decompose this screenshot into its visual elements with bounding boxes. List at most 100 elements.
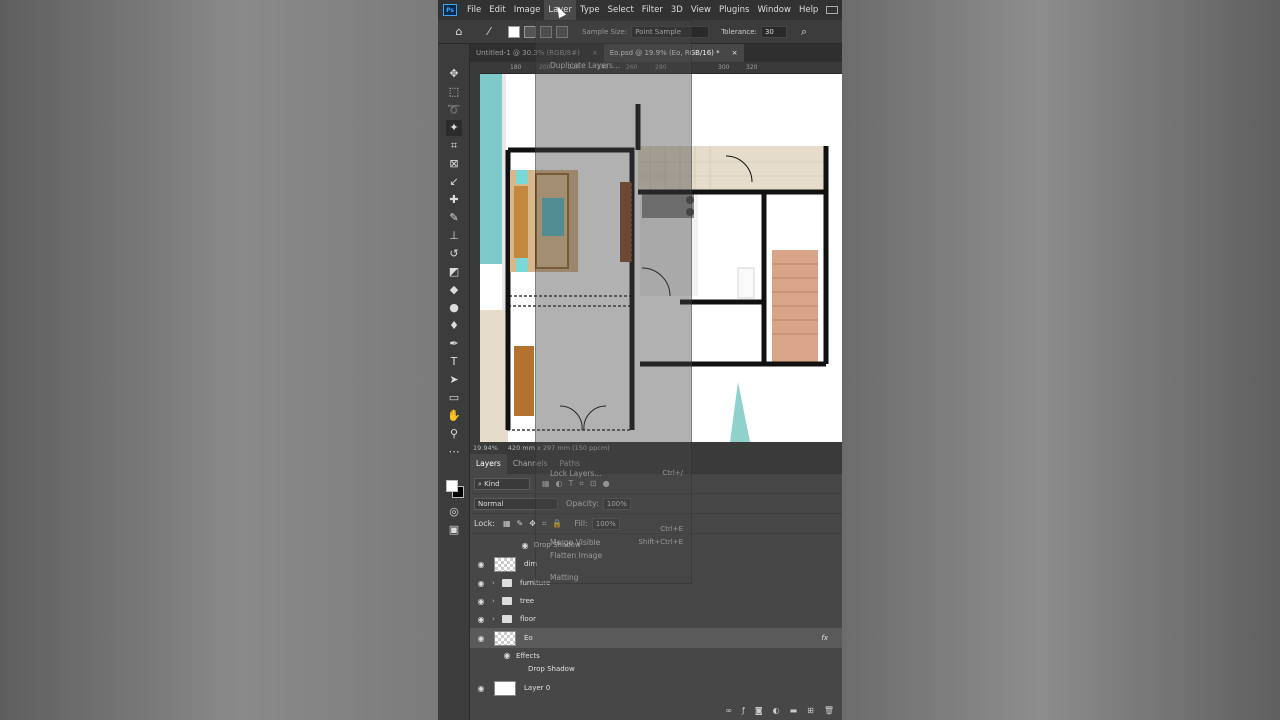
layer-row-floor[interactable]: ◉ › floor: [470, 610, 842, 628]
window-restore-icon[interactable]: [826, 6, 838, 14]
home-icon[interactable]: ⌂: [450, 25, 468, 38]
kind-label: Kind: [484, 479, 500, 488]
menu-window[interactable]: Window: [753, 0, 795, 20]
eyedropper-tool-icon[interactable]: ↙: [446, 174, 462, 190]
layer-name: tree: [520, 597, 535, 605]
effects-row: ◉ Effects: [470, 649, 842, 662]
healing-tool-icon[interactable]: ✚: [446, 192, 462, 208]
eraser-tool-icon[interactable]: ◩: [446, 264, 462, 280]
path-select-icon[interactable]: ➤: [446, 372, 462, 388]
type-tool-icon[interactable]: T: [446, 354, 462, 370]
lock-label: Lock:: [474, 519, 495, 528]
dodge-tool-icon[interactable]: ♦: [446, 318, 462, 334]
menu-edit[interactable]: Edit: [485, 0, 509, 20]
tab-layers[interactable]: Layers: [470, 454, 507, 474]
layer-thumbnail: [494, 630, 516, 646]
new-layer-icon[interactable]: ⊞: [807, 706, 814, 715]
foreground-color-swatch[interactable]: [446, 480, 458, 492]
fx-badge[interactable]: fx: [821, 634, 828, 642]
effects-label: Effects: [516, 651, 540, 660]
eye-icon[interactable]: ◉: [474, 597, 488, 606]
menu-item-flatten[interactable]: Flatten Image: [550, 551, 686, 560]
quick-mask-icon[interactable]: ◎: [446, 504, 462, 520]
search-icon[interactable]: ⌕: [795, 25, 813, 39]
layer-menu-dropdown: Duplicate Layers... Lock Layers... Ctrl+…: [535, 20, 692, 584]
stamp-tool-icon[interactable]: ⊥: [446, 228, 462, 244]
crop-tool-icon[interactable]: ⌗: [446, 138, 462, 154]
menu-type[interactable]: Type: [576, 0, 604, 20]
add-style-icon[interactable]: ƒ: [742, 706, 745, 715]
tolerance-label: Tolerance:: [721, 27, 757, 36]
folder-icon: [502, 579, 512, 587]
menu-item-duplicate[interactable]: Duplicate Layers...: [550, 61, 686, 70]
zoom-tool-icon[interactable]: ⚲: [446, 426, 462, 442]
magic-wand-tool-icon[interactable]: ✦: [446, 120, 462, 136]
menu-plugins[interactable]: Plugins: [715, 0, 753, 20]
tools-panel: ✥ ⬚ ➰ ✦ ⌗ ⊠ ↙ ✚ ✎ ⊥ ↺ ◩ ◆ ● ♦ ✒ T ➤ ▭ ✋ …: [438, 44, 470, 720]
paint-bucket-icon[interactable]: ◆: [446, 282, 462, 298]
eye-icon[interactable]: ◉: [474, 579, 488, 588]
chevron-right-icon[interactable]: ›: [492, 597, 500, 605]
shortcut-lock: Ctrl+/: [662, 469, 683, 477]
tab-eo-close-icon[interactable]: ×: [725, 44, 744, 62]
menubar: Ps File Edit Image Layer Type Select Fil…: [438, 0, 842, 20]
eye-icon[interactable]: ◉: [500, 651, 514, 660]
photoshop-window: Ps File Edit Image Layer Type Select Fil…: [438, 0, 842, 720]
chevron-right-icon[interactable]: ›: [492, 579, 500, 587]
menu-view[interactable]: View: [687, 0, 715, 20]
layer-thumbnail: [494, 556, 516, 572]
menu-item-matting[interactable]: Matting: [550, 573, 686, 582]
magic-wand-icon[interactable]: ⁄: [480, 25, 498, 38]
marquee-tool-icon[interactable]: ⬚: [446, 84, 462, 100]
folder-icon: [502, 597, 512, 605]
layer-row-eo[interactable]: ◉ Eo fx: [470, 628, 842, 648]
ruler-vertical: [470, 62, 480, 442]
delete-layer-icon[interactable]: 🗑: [824, 706, 834, 715]
new-selection-button[interactable]: [508, 25, 520, 38]
ruler-tick: 300: [718, 64, 730, 71]
new-group-icon[interactable]: ▬: [790, 706, 798, 715]
menu-image[interactable]: Image: [510, 0, 545, 20]
add-mask-icon[interactable]: ◙: [755, 706, 763, 715]
eye-icon[interactable]: ◉: [474, 615, 488, 624]
shortcut-merge-down: Ctrl+E: [660, 525, 683, 533]
menu-select[interactable]: Select: [604, 0, 638, 20]
eye-icon[interactable]: ◉: [474, 560, 488, 569]
menu-file[interactable]: File: [463, 0, 485, 20]
hand-tool-icon[interactable]: ✋: [446, 408, 462, 424]
brush-tool-icon[interactable]: ✎: [446, 210, 462, 226]
tolerance-input[interactable]: 30: [760, 25, 787, 38]
history-brush-icon[interactable]: ↺: [446, 246, 462, 262]
folder-icon: [502, 615, 512, 623]
drop-shadow-row: Drop Shadow: [470, 662, 842, 675]
ruler-tick: 320: [746, 64, 758, 71]
zoom-level[interactable]: 19.94%: [473, 444, 498, 452]
eye-icon[interactable]: ◉: [474, 634, 488, 643]
shortcut-merge-visible: Shift+Ctrl+E: [638, 538, 683, 546]
screen-mode-icon[interactable]: ▣: [446, 522, 462, 538]
layer-kind-filter[interactable]: ⌕ Kind: [474, 477, 530, 490]
layer-row-tree[interactable]: ◉ › tree: [470, 592, 842, 610]
pen-tool-icon[interactable]: ✒: [446, 336, 462, 352]
eye-icon[interactable]: ◉: [518, 541, 532, 550]
blur-tool-icon[interactable]: ●: [446, 300, 462, 316]
adjustment-layer-icon[interactable]: ◐: [773, 706, 780, 715]
chevron-right-icon[interactable]: ›: [492, 615, 500, 623]
background-right: [842, 0, 1280, 720]
layer-row-layer0[interactable]: ◉ Layer 0: [470, 678, 842, 698]
layer-name: Eo: [524, 634, 533, 642]
menu-filter[interactable]: Filter: [638, 0, 667, 20]
effect-name: Drop Shadow: [528, 664, 575, 673]
eye-icon[interactable]: ◉: [474, 684, 488, 693]
layer-name: Layer 0: [524, 684, 551, 692]
more-tools-icon[interactable]: ⋯: [446, 444, 462, 460]
frame-tool-icon[interactable]: ⊠: [446, 156, 462, 172]
link-layers-icon[interactable]: ∞: [725, 706, 732, 715]
menu-help[interactable]: Help: [795, 0, 822, 20]
menu-3d[interactable]: 3D: [667, 0, 687, 20]
rectangle-tool-icon[interactable]: ▭: [446, 390, 462, 406]
ruler-tick: 180: [510, 64, 522, 71]
move-tool-icon[interactable]: ✥: [446, 66, 462, 82]
lasso-tool-icon[interactable]: ➰: [446, 102, 462, 118]
layer-thumbnail: [494, 680, 516, 696]
